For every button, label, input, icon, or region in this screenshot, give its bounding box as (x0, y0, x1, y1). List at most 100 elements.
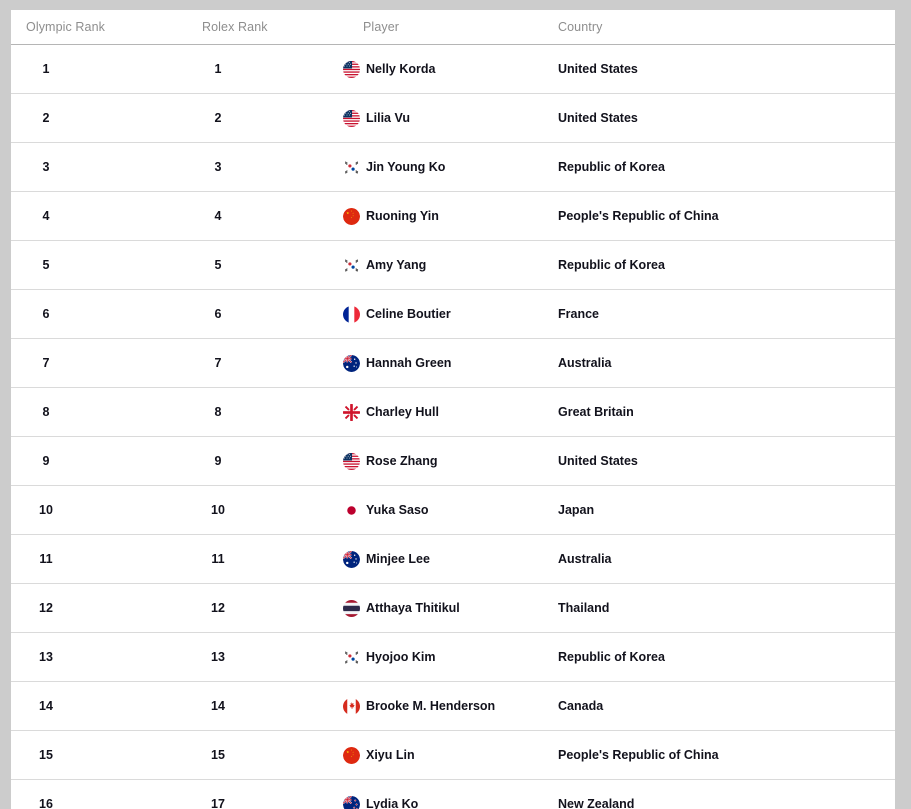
flag-china-icon (343, 746, 360, 764)
player-name: Jin Young Ko (366, 160, 446, 174)
flag-japan-icon (343, 501, 360, 519)
cell-rolex-rank: 8 (179, 387, 330, 437)
cell-olympic-rank: 3 (11, 142, 179, 192)
cell-player: Celine Boutier (330, 289, 543, 339)
player-name: Celine Boutier (366, 307, 451, 321)
cell-rolex-rank: 15 (179, 730, 330, 780)
table-row[interactable]: 22 Lilia Vu United States (11, 93, 895, 143)
flag-new-zealand-icon (343, 795, 360, 809)
world-ranking-table: Olympic Rank Rolex Rank Player Country 1… (11, 10, 895, 809)
cell-player: Hannah Green (330, 338, 543, 388)
player-cell-content: Xiyu Lin (343, 746, 543, 764)
player-name: Nelly Korda (366, 62, 436, 76)
player-name: Charley Hull (366, 405, 439, 419)
cell-rolex-rank: 3 (179, 142, 330, 192)
table-row[interactable]: 10 10 Yuka Saso Japan (11, 485, 895, 535)
table-row[interactable]: 15 15 Xiyu Lin People's Republic of China (11, 730, 895, 780)
column-header-olympic-rank[interactable]: Olympic Rank (11, 10, 179, 45)
table-header-row: Olympic Rank Rolex Rank Player Country (11, 10, 895, 45)
cell-country: Republic of Korea (543, 240, 895, 290)
player-name: Xiyu Lin (366, 748, 415, 762)
flag-south-korea-icon (343, 158, 360, 176)
cell-olympic-rank: 2 (11, 93, 179, 143)
flag-thailand-icon (343, 599, 360, 617)
table-row[interactable]: 55 Amy Yang Republic of Korea (11, 240, 895, 290)
player-name: Lilia Vu (366, 111, 410, 125)
player-cell-content: Lydia Ko (343, 795, 543, 809)
cell-olympic-rank: 7 (11, 338, 179, 388)
player-cell-content: Brooke M. Henderson (343, 697, 543, 715)
flag-france-icon (343, 305, 360, 323)
table-row[interactable]: 13 13 Hyojoo Kim Republic of Korea (11, 632, 895, 682)
table-body: 11 Nelly Korda United States 2 2 Lilia V… (11, 44, 895, 809)
cell-player: Jin Young Ko (330, 142, 543, 192)
cell-country: Canada (543, 681, 895, 731)
cell-player: Minjee Lee (330, 534, 543, 584)
cell-rolex-rank: 12 (179, 583, 330, 633)
table-row[interactable]: 77 Hannah Green Australia (11, 338, 895, 388)
cell-country: People's Republic of China (543, 191, 895, 241)
cell-rolex-rank: 10 (179, 485, 330, 535)
table-row[interactable]: 99 Rose Zhang United States (11, 436, 895, 486)
column-header-country[interactable]: Country (543, 10, 895, 45)
cell-rolex-rank: 6 (179, 289, 330, 339)
cell-olympic-rank: 15 (11, 730, 179, 780)
player-name: Ruoning Yin (366, 209, 439, 223)
column-header-country-label: Country (558, 20, 603, 34)
cell-country: Great Britain (543, 387, 895, 437)
column-header-player[interactable]: Player (330, 10, 543, 45)
cell-player: Lydia Ko (330, 779, 543, 809)
cell-rolex-rank: 11 (179, 534, 330, 584)
player-name: Yuka Saso (366, 503, 429, 517)
table-row[interactable]: 88 Charley Hull Great Britain (11, 387, 895, 437)
flag-united-states-icon (343, 452, 360, 470)
table-row[interactable]: 12 12 Atthaya Thitikul Thailand (11, 583, 895, 633)
player-name: Hyojoo Kim (366, 650, 436, 664)
table-row[interactable]: 11 11 Minjee Lee Australia (11, 534, 895, 584)
cell-player: Amy Yang (330, 240, 543, 290)
table-row[interactable]: 33 Jin Young Ko Republic of Korea (11, 142, 895, 192)
player-cell-content: Jin Young Ko (343, 158, 543, 176)
table-row[interactable]: 11 Nelly Korda United States (11, 44, 895, 94)
cell-country: Thailand (543, 583, 895, 633)
player-cell-content: Lilia Vu (343, 109, 543, 127)
table-row[interactable]: 66 Celine Boutier France (11, 289, 895, 339)
cell-player: Xiyu Lin (330, 730, 543, 780)
cell-olympic-rank: 16 (11, 779, 179, 809)
cell-rolex-rank: 14 (179, 681, 330, 731)
cell-country: Republic of Korea (543, 632, 895, 682)
cell-player: Rose Zhang (330, 436, 543, 486)
player-name: Minjee Lee (366, 552, 430, 566)
player-name: Lydia Ko (366, 797, 419, 809)
cell-olympic-rank: 5 (11, 240, 179, 290)
player-name: Brooke M. Henderson (366, 699, 496, 713)
flag-great-britain-icon (343, 403, 360, 421)
cell-player: Lilia Vu (330, 93, 543, 143)
cell-olympic-rank: 8 (11, 387, 179, 437)
flag-canada-icon (343, 697, 360, 715)
flag-south-korea-icon (343, 256, 360, 274)
cell-player: Nelly Korda (330, 44, 543, 94)
table-row[interactable]: 14 14 Brooke M. Henderson Canada (11, 681, 895, 731)
player-cell-content: Nelly Korda (343, 60, 543, 78)
cell-rolex-rank: 9 (179, 436, 330, 486)
player-cell-content: Amy Yang (343, 256, 543, 274)
player-cell-content: Charley Hull (343, 403, 543, 421)
cell-country: Australia (543, 338, 895, 388)
ranking-page: Olympic Rank Rolex Rank Player Country 1… (0, 0, 911, 809)
table-row[interactable]: 44 Ruoning Yin People's Republic of China (11, 191, 895, 241)
cell-player: Charley Hull (330, 387, 543, 437)
cell-olympic-rank: 9 (11, 436, 179, 486)
cell-country: New Zealand (543, 779, 895, 809)
cell-rolex-rank: 4 (179, 191, 330, 241)
cell-country: Australia (543, 534, 895, 584)
table-row[interactable]: 16 17 Lydia Ko New Zealand (11, 779, 895, 809)
player-name: Hannah Green (366, 356, 452, 370)
cell-country: United States (543, 44, 895, 94)
player-cell-content: Yuka Saso (343, 501, 543, 519)
cell-olympic-rank: 11 (11, 534, 179, 584)
table-header: Olympic Rank Rolex Rank Player Country (11, 10, 895, 45)
column-header-rolex-rank[interactable]: Rolex Rank (179, 10, 330, 45)
cell-rolex-rank: 13 (179, 632, 330, 682)
player-cell-content: Hannah Green (343, 354, 543, 372)
